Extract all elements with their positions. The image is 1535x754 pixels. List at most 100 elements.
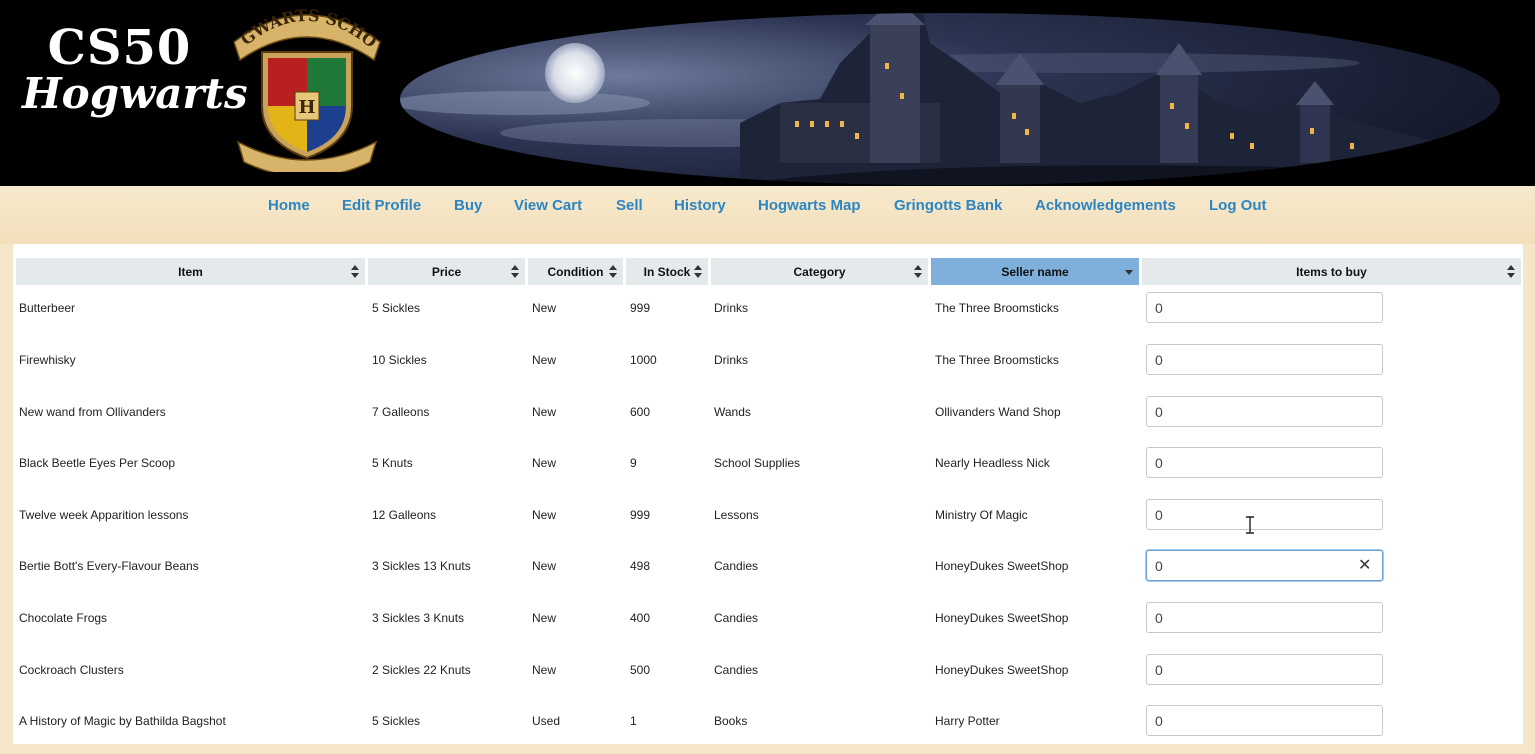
cell-condition: New: [532, 405, 557, 419]
nav-home[interactable]: Home: [268, 197, 310, 214]
cell-item: New wand from Ollivanders: [19, 405, 166, 419]
text-cursor-icon: [1246, 516, 1254, 534]
cell-seller-name: HoneyDukes SweetShop: [935, 611, 1069, 625]
header-items-to-buy[interactable]: Items to buy: [1142, 258, 1521, 285]
nav-sell[interactable]: Sell: [616, 197, 643, 214]
cell-condition: New: [532, 353, 557, 367]
nav-log-out[interactable]: Log Out: [1209, 197, 1266, 214]
table-row: Bertie Bott's Every-Flavour Beans 3 Sickl…: [13, 547, 1523, 599]
cell-category: Candies: [714, 611, 759, 625]
header-seller-name[interactable]: Seller name: [931, 258, 1139, 285]
table-row: Firewhisky 10 Sickles New 1000 Drinks The Thr…: [13, 341, 1523, 393]
cell-item: Bertie Bott's Every-Flavour Beans: [19, 559, 199, 573]
cell-category: Candies: [714, 559, 759, 573]
header-category[interactable]: Category: [711, 258, 928, 285]
cell-condition: New: [532, 559, 557, 573]
nav-buy[interactable]: Buy: [454, 197, 482, 214]
cell-in-stock: 498: [630, 559, 651, 573]
cell-in-stock: 1000: [630, 353, 657, 367]
nav-history[interactable]: History: [674, 197, 726, 214]
quantity-input[interactable]: [1146, 292, 1383, 323]
sort-both-icon: [1507, 265, 1515, 278]
quantity-input[interactable]: [1146, 550, 1383, 581]
cell-category: Candies: [714, 663, 759, 677]
castle-night-image: [400, 13, 1500, 185]
header-label: Category: [793, 264, 846, 279]
sort-both-icon: [694, 265, 702, 278]
nav-view-cart[interactable]: View Cart: [514, 197, 582, 214]
logo-line-2: Hogwarts: [22, 68, 248, 118]
cell-category: Drinks: [714, 301, 749, 315]
cell-price: 5 Sickles: [372, 301, 421, 315]
quantity-input[interactable]: [1146, 602, 1383, 633]
table-row: Cockroach Clusters 2 Sickles 22 Knuts New 5…: [13, 651, 1523, 703]
cell-in-stock: 999: [630, 508, 651, 522]
cell-condition: New: [532, 301, 557, 315]
crest-letter: H: [298, 97, 315, 118]
table-row: Black Beetle Eyes Per Scoop 5 Knuts New 9 Sc…: [13, 444, 1523, 496]
table-row: Butterbeer 5 Sickles New 999 Drinks The Three…: [13, 289, 1523, 341]
quantity-input[interactable]: [1146, 499, 1383, 530]
table-row: New wand from Ollivanders 7 Galleons New 60…: [13, 393, 1523, 445]
nav-hogwarts-map[interactable]: Hogwarts Map: [758, 197, 861, 214]
sort-both-icon: [511, 265, 519, 278]
cell-in-stock: 999: [630, 301, 651, 315]
cell-in-stock: 500: [630, 663, 651, 677]
cell-price: 7 Galleons: [372, 405, 430, 419]
header-condition[interactable]: Condition: [528, 258, 623, 285]
items-table: Item Price Condition In Stock Category S…: [13, 244, 1523, 744]
header-label: Items to buy: [1296, 264, 1367, 279]
header-banner: CS50 Hogwarts HOGWARTS SCHOOL H: [0, 0, 1535, 186]
clear-input-icon[interactable]: ✕: [1358, 558, 1371, 574]
table-row: Chocolate Frogs 3 Sickles 3 Knuts New 400 Ca…: [13, 599, 1523, 651]
cell-category: Drinks: [714, 353, 749, 367]
header-in-stock[interactable]: In Stock: [626, 258, 708, 285]
cell-price: 5 Knuts: [372, 456, 413, 470]
quantity-input[interactable]: [1146, 396, 1383, 427]
cell-price: 5 Sickles: [372, 714, 421, 728]
cell-in-stock: 600: [630, 405, 651, 419]
sort-both-icon: [351, 265, 359, 278]
table-row: A History of Magic by Bathilda Bagshot 5 …: [13, 702, 1523, 754]
header-label: Seller name: [1001, 264, 1069, 279]
cell-in-stock: 400: [630, 611, 651, 625]
cell-category: Lessons: [714, 508, 759, 522]
header-label: In Stock: [643, 264, 691, 279]
cell-item: Firewhisky: [19, 353, 76, 367]
header-label: Item: [178, 264, 203, 279]
header-label: Condition: [547, 264, 604, 279]
quantity-input[interactable]: [1146, 654, 1383, 685]
quantity-input[interactable]: [1146, 447, 1383, 478]
cell-category: Wands: [714, 405, 751, 419]
cell-condition: Used: [532, 714, 561, 728]
cell-seller-name: Ollivanders Wand Shop: [935, 405, 1061, 419]
cell-item: A History of Magic by Bathilda Bagshot: [19, 714, 226, 728]
nav-acknowledgements[interactable]: Acknowledgements: [1035, 197, 1176, 214]
cell-seller-name: HoneyDukes SweetShop: [935, 559, 1069, 573]
sort-both-icon: [609, 265, 617, 278]
cell-in-stock: 9: [630, 456, 637, 470]
header-price[interactable]: Price: [368, 258, 525, 285]
cell-category: Books: [714, 714, 748, 728]
logo-line-1: CS50: [47, 20, 192, 76]
cell-category: School Supplies: [714, 456, 801, 470]
cell-price: 3 Sickles 13 Knuts: [372, 559, 471, 573]
cell-seller-name: Harry Potter: [935, 714, 1000, 728]
cell-price: 2 Sickles 22 Knuts: [372, 663, 471, 677]
quantity-input[interactable]: [1146, 344, 1383, 375]
nav-edit-profile[interactable]: Edit Profile: [342, 197, 421, 214]
main-nav: Home Edit Profile Buy View Cart Sell His…: [0, 186, 1535, 244]
cell-price: 10 Sickles: [372, 353, 427, 367]
sort-both-icon: [914, 265, 922, 278]
cell-item: Twelve week Apparition lessons: [19, 508, 189, 522]
table-row: Twelve week Apparition lessons 12 Galleon…: [13, 496, 1523, 548]
header-item[interactable]: Item: [16, 258, 365, 285]
quantity-input[interactable]: [1146, 705, 1383, 736]
cell-item: Cockroach Clusters: [19, 663, 124, 677]
sort-desc-icon: [1125, 270, 1133, 275]
cell-price: 3 Sickles 3 Knuts: [372, 611, 465, 625]
site-logo[interactable]: CS50 Hogwarts: [22, 20, 248, 118]
header-label: Price: [431, 264, 462, 279]
nav-gringotts-bank[interactable]: Gringotts Bank: [894, 197, 1002, 214]
cell-item: Butterbeer: [19, 301, 76, 315]
